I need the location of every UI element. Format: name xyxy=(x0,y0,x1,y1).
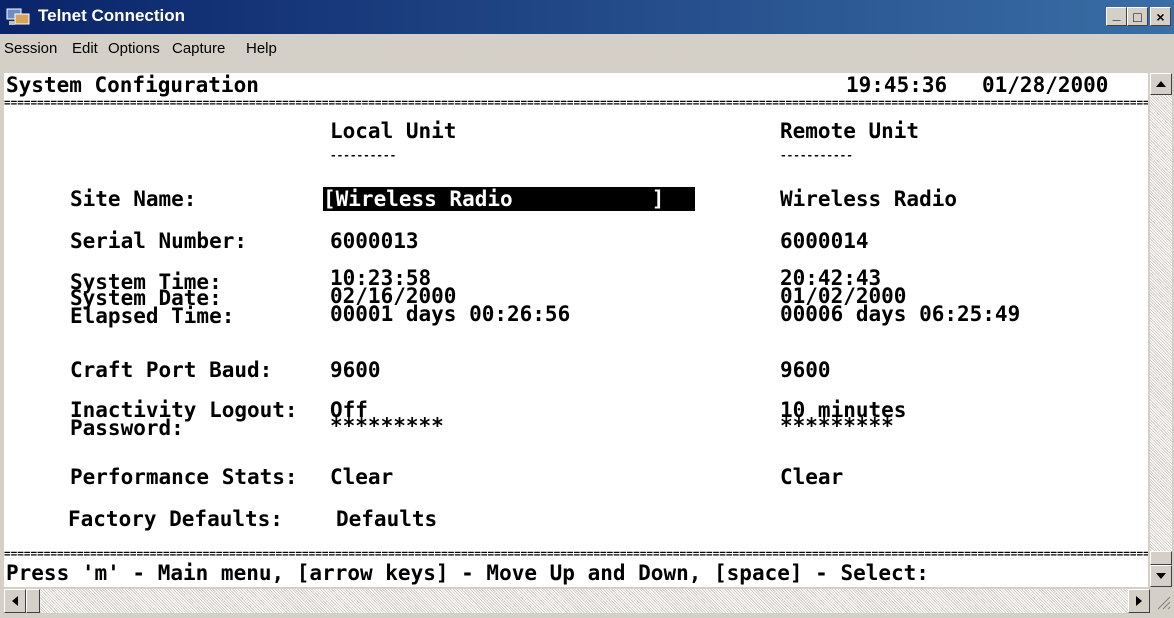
scroll-left-icon xyxy=(12,596,18,606)
craft-baud-local[interactable]: 9600 xyxy=(330,358,381,382)
factory-defaults-local[interactable]: Defaults xyxy=(336,507,437,531)
clock-date: 01/28/2000 xyxy=(982,73,1109,97)
window-title: Telnet Connection xyxy=(38,6,186,25)
menu-help[interactable]: Help xyxy=(246,40,277,57)
scroll-up-button[interactable] xyxy=(1150,73,1172,95)
perf-stats-local[interactable]: Clear xyxy=(330,465,393,489)
column-header-remote: Remote Unit xyxy=(780,119,920,143)
resize-grip[interactable] xyxy=(1150,589,1172,613)
footer-hint: Press 'm' - Main menu, [arrow keys] - Mo… xyxy=(6,561,929,585)
telnet-app-icon xyxy=(6,8,30,25)
password-remote: ********* xyxy=(780,414,894,438)
scroll-up-icon xyxy=(1156,81,1166,87)
elapsed-time-local: 00001 days 00:26:56 xyxy=(330,302,571,326)
vertical-scroll-thumb[interactable] xyxy=(1150,551,1172,565)
perf-stats-label[interactable]: Performance Stats: xyxy=(70,465,298,489)
serial-local: 6000013 xyxy=(330,229,419,253)
terminal-screen[interactable]: System Configuration 19:45:36 01/28/2000… xyxy=(4,73,1148,587)
local-underline: ---------- xyxy=(330,149,397,162)
maximize-button[interactable]: □ xyxy=(1127,7,1148,26)
password-label[interactable]: Password: xyxy=(70,418,184,439)
scroll-down-icon xyxy=(1156,573,1166,579)
site-name-label: Site Name: xyxy=(70,187,197,211)
scroll-right-icon xyxy=(1136,596,1142,606)
factory-defaults-label[interactable]: Factory Defaults: xyxy=(68,507,283,531)
remote-underline: ----------- xyxy=(780,149,853,162)
maximize-icon: □ xyxy=(1133,8,1142,25)
title-bar[interactable]: Telnet Connection _ □ × xyxy=(0,0,1174,34)
menu-edit[interactable]: Edit xyxy=(72,40,98,57)
site-name-remote: Wireless Radio xyxy=(780,187,958,211)
minimize-button[interactable]: _ xyxy=(1106,7,1127,26)
screen-title: System Configuration xyxy=(6,73,259,97)
column-header-local: Local Unit xyxy=(330,119,457,143)
close-button[interactable]: × xyxy=(1150,7,1171,26)
elapsed-time-remote: 00006 days 06:25:49 xyxy=(780,302,1021,326)
site-name-input[interactable]: [Wireless Radio ] xyxy=(323,187,695,211)
clock-time: 19:45:36 xyxy=(846,73,948,97)
minimize-icon: _ xyxy=(1112,5,1121,22)
password-local[interactable]: ********* xyxy=(330,416,444,437)
horizontal-scrollbar[interactable] xyxy=(4,589,1150,613)
scroll-right-button[interactable] xyxy=(1128,589,1150,613)
telnet-window: Telnet Connection _ □ × Session Edit Opt… xyxy=(0,0,1174,617)
craft-baud-label[interactable]: Craft Port Baud: xyxy=(70,358,272,382)
serial-remote: 6000014 xyxy=(780,229,869,253)
menu-options[interactable]: Options xyxy=(108,40,160,57)
menu-capture[interactable]: Capture xyxy=(172,40,225,57)
perf-stats-remote: Clear xyxy=(780,465,844,489)
horizontal-scroll-thumb[interactable] xyxy=(26,589,40,613)
menu-session[interactable]: Session xyxy=(4,40,57,57)
top-separator: ========================================… xyxy=(4,100,1148,109)
vertical-scrollbar[interactable] xyxy=(1150,73,1172,587)
scroll-left-button[interactable] xyxy=(4,589,26,613)
elapsed-time-label: Elapsed Time: xyxy=(70,304,235,328)
close-icon: × xyxy=(1156,8,1165,25)
craft-baud-remote: 9600 xyxy=(780,358,831,382)
site-name-value: [Wireless Radio ] xyxy=(323,187,665,211)
serial-label: Serial Number: xyxy=(70,229,248,253)
resize-grip-icon xyxy=(1157,596,1171,610)
scroll-down-button[interactable] xyxy=(1150,565,1172,587)
